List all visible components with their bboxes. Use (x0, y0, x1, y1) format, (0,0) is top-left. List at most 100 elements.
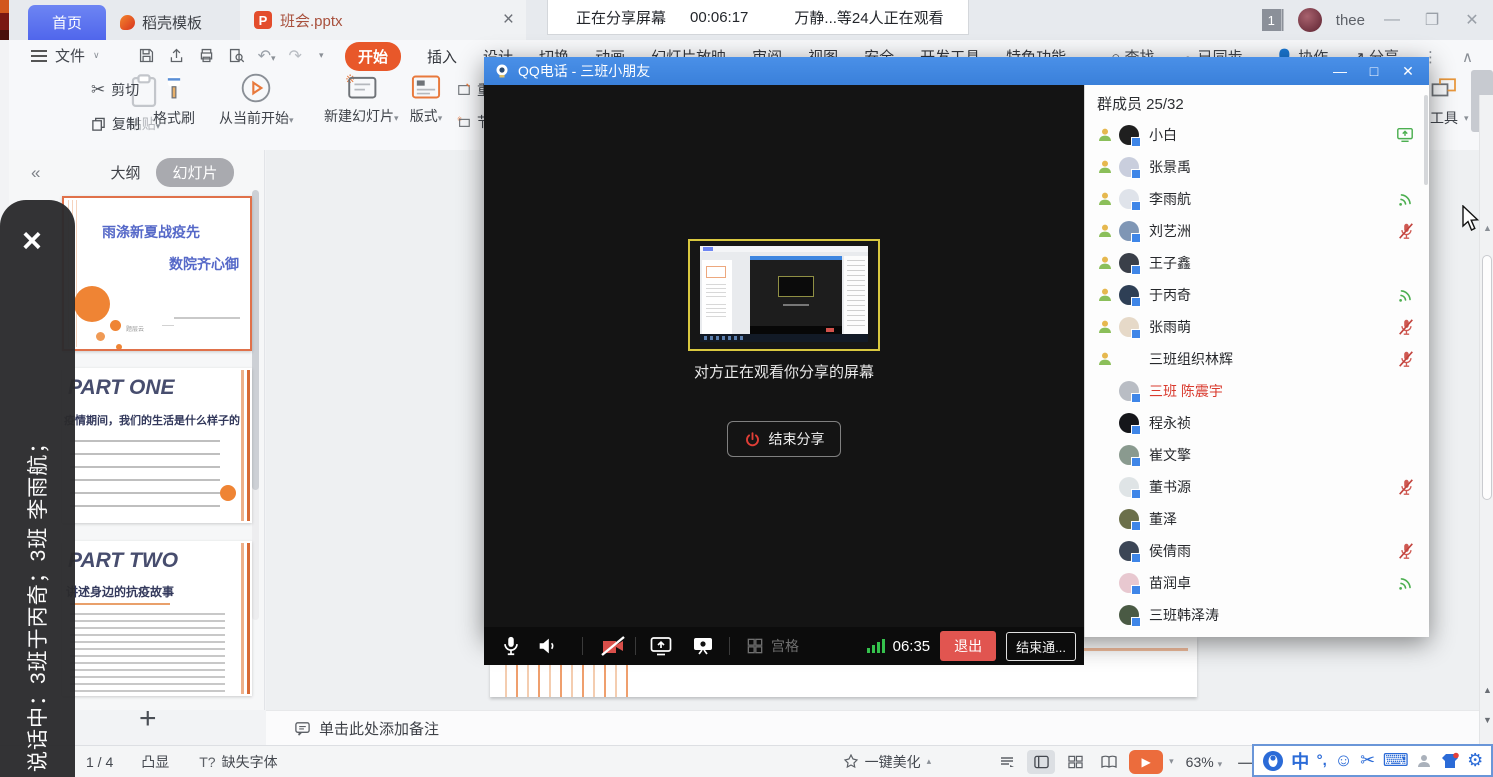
missing-font-warning[interactable]: 缺失字体 (222, 752, 278, 772)
slide-thumbnail-2[interactable]: PART ONE 疫情期间，我们的生活是什么样子的 (62, 368, 252, 523)
cut-button[interactable]: ✂剪切 (91, 80, 139, 100)
export-icon[interactable] (168, 47, 185, 64)
close-speaking-bar-icon[interactable]: × (22, 224, 42, 258)
member-row[interactable]: 张景禹 (1085, 151, 1429, 183)
member-name: 张景禹 (1149, 157, 1191, 177)
highlight-toggle[interactable]: 凸显 (141, 752, 169, 772)
punctuation-icon[interactable]: °, (1317, 752, 1327, 769)
qq-title-bar[interactable]: QQ电话 - 三班小朋友 — □ ✕ (484, 57, 1429, 85)
tab-outline[interactable]: 大纲 (110, 162, 140, 183)
redo-icon[interactable]: ↷ (289, 46, 302, 66)
exit-share-button[interactable]: 退出 (940, 631, 996, 661)
speaker-icon[interactable] (536, 635, 558, 657)
window-count-badge[interactable]: 1 (1262, 9, 1284, 31)
main-scrollbar-track[interactable]: ▲ ▲ ▼ (1479, 95, 1493, 755)
play-options-icon[interactable]: ▾ (1169, 756, 1174, 767)
whiteboard-icon[interactable] (691, 634, 715, 658)
new-slide-label: 新建幻灯片 (324, 108, 394, 124)
file-menu[interactable]: 文件 (55, 45, 85, 66)
tools-button[interactable]: 工具▾ (1430, 108, 1469, 128)
emoji-icon[interactable]: ☺ (1334, 750, 1352, 771)
member-row[interactable]: 小白 (1085, 119, 1429, 151)
member-row[interactable]: 张雨萌 (1085, 311, 1429, 343)
merge-shapes-icon[interactable] (1430, 74, 1460, 102)
tab-close-icon[interactable]: × (503, 9, 514, 31)
collapse-panel-icon[interactable]: « (31, 163, 40, 183)
qq-ime-logo-icon[interactable] (1262, 750, 1284, 772)
thumbnail-scrollbar-thumb[interactable] (252, 190, 259, 490)
menu-icon[interactable] (31, 50, 47, 62)
qq-maximize-icon[interactable]: □ (1359, 63, 1389, 80)
tab-home[interactable]: 首页 (28, 5, 106, 40)
grid-view-icon[interactable] (745, 636, 765, 656)
slide-thumbnail-1[interactable]: 雨涤新夏战疫先 数院齐心御 题层云 —— (62, 196, 252, 351)
member-row[interactable]: 刘艺洲 (1085, 215, 1429, 247)
slideshow-play-button[interactable]: ▶ (1129, 750, 1163, 774)
collapse-ribbon-icon[interactable]: ∧ (1462, 48, 1473, 66)
member-muted-icon (1397, 318, 1415, 336)
microphone-icon[interactable] (500, 634, 522, 658)
tab-document[interactable]: P 班会.pptx × (240, 0, 526, 40)
tab-slides[interactable]: 幻灯片 (156, 158, 233, 187)
format-painter-button[interactable]: 格式刷 (153, 72, 195, 128)
copy-button[interactable]: 复制 (91, 114, 140, 134)
chinese-mode-icon[interactable]: 中 (1291, 748, 1309, 774)
skin-icon[interactable] (1440, 752, 1460, 770)
close-icon[interactable]: ✕ (1459, 10, 1485, 30)
settings-icon[interactable]: ⚙ (1467, 750, 1483, 771)
add-slide-button[interactable]: + (139, 702, 157, 736)
member-row[interactable]: 董泽 (1085, 503, 1429, 535)
restore-icon[interactable]: ❐ (1419, 10, 1445, 30)
user-avatar[interactable] (1298, 8, 1322, 32)
scissors-icon[interactable]: ✂ (1360, 750, 1375, 771)
camera-off-icon[interactable] (600, 634, 626, 658)
zoom-out-icon[interactable]: — (1238, 754, 1252, 770)
member-row[interactable]: 崔文擎 (1085, 439, 1429, 471)
member-row[interactable]: 三班 陈震宇 (1085, 375, 1429, 407)
qq-close-icon[interactable]: ✕ (1393, 63, 1423, 80)
next-slide-icon[interactable]: ▼ (1483, 715, 1492, 725)
share-screen-icon[interactable] (649, 634, 673, 658)
ribbon-tab-1[interactable]: 开始 (345, 42, 401, 71)
member-row[interactable]: 于丙奇 (1085, 279, 1429, 311)
notes-bar[interactable]: 单击此处添加备注 (266, 710, 1493, 745)
member-row[interactable]: 董书源 (1085, 471, 1429, 503)
view-reading-icon[interactable] (1095, 750, 1123, 774)
member-row[interactable]: 三班韩泽涛 (1085, 599, 1429, 631)
end-call-button[interactable]: 结束通... (1006, 632, 1076, 661)
ribbon-tab-2[interactable]: 插入 (427, 46, 457, 67)
print-icon[interactable] (198, 47, 215, 64)
zoom-level[interactable]: 63% ▾ (1186, 754, 1222, 770)
layout-button[interactable]: 版式▾ (409, 72, 443, 126)
account-icon[interactable] (1416, 753, 1432, 769)
tab-docer-templates[interactable]: 稻壳模板 (112, 5, 234, 40)
view-normal-icon[interactable] (1027, 750, 1055, 774)
member-row[interactable]: 程永祯 (1085, 407, 1429, 439)
member-row[interactable]: 侯倩雨 (1085, 535, 1429, 567)
grid-view-label[interactable]: 宫格 (771, 636, 799, 656)
member-row[interactable]: 王子鑫 (1085, 247, 1429, 279)
undo-icon[interactable]: ↶▾ (258, 46, 276, 66)
print-preview-icon[interactable] (228, 47, 245, 64)
main-scrollbar-thumb[interactable] (1482, 255, 1492, 500)
keyboard-icon[interactable]: ⌨ (1383, 750, 1409, 771)
chevron-down-icon[interactable]: ∨ (93, 50, 100, 61)
minimize-icon[interactable]: — (1379, 11, 1405, 29)
slide-thumbnail-3[interactable]: PART TWO 讲述身边的抗疫故事 (62, 541, 252, 696)
end-share-button[interactable]: 结束分享 (727, 421, 841, 457)
member-row[interactable]: 三班组织林辉 (1085, 343, 1429, 375)
member-row[interactable]: 苗润卓 (1085, 567, 1429, 599)
new-slide-button[interactable]: ※ 新建幻灯片▾ (324, 72, 399, 126)
member-name: 于丙奇 (1149, 285, 1191, 305)
view-sorter-icon[interactable] (1061, 750, 1089, 774)
qq-minimize-icon[interactable]: — (1325, 63, 1355, 80)
toolbar-more-icon[interactable]: ▾ (319, 50, 324, 61)
prev-slide-icon[interactable]: ▲ (1483, 685, 1492, 695)
scroll-up-icon[interactable]: ▲ (1483, 223, 1492, 233)
save-icon[interactable] (138, 47, 155, 64)
view-notes-icon[interactable] (993, 750, 1021, 774)
beautify-button[interactable]: 一键美化▴ (843, 752, 932, 772)
member-row[interactable]: 李雨航 (1085, 183, 1429, 215)
user-name[interactable]: thee (1336, 12, 1365, 29)
play-from-current-button[interactable]: 从当前开始▾ (219, 72, 294, 128)
